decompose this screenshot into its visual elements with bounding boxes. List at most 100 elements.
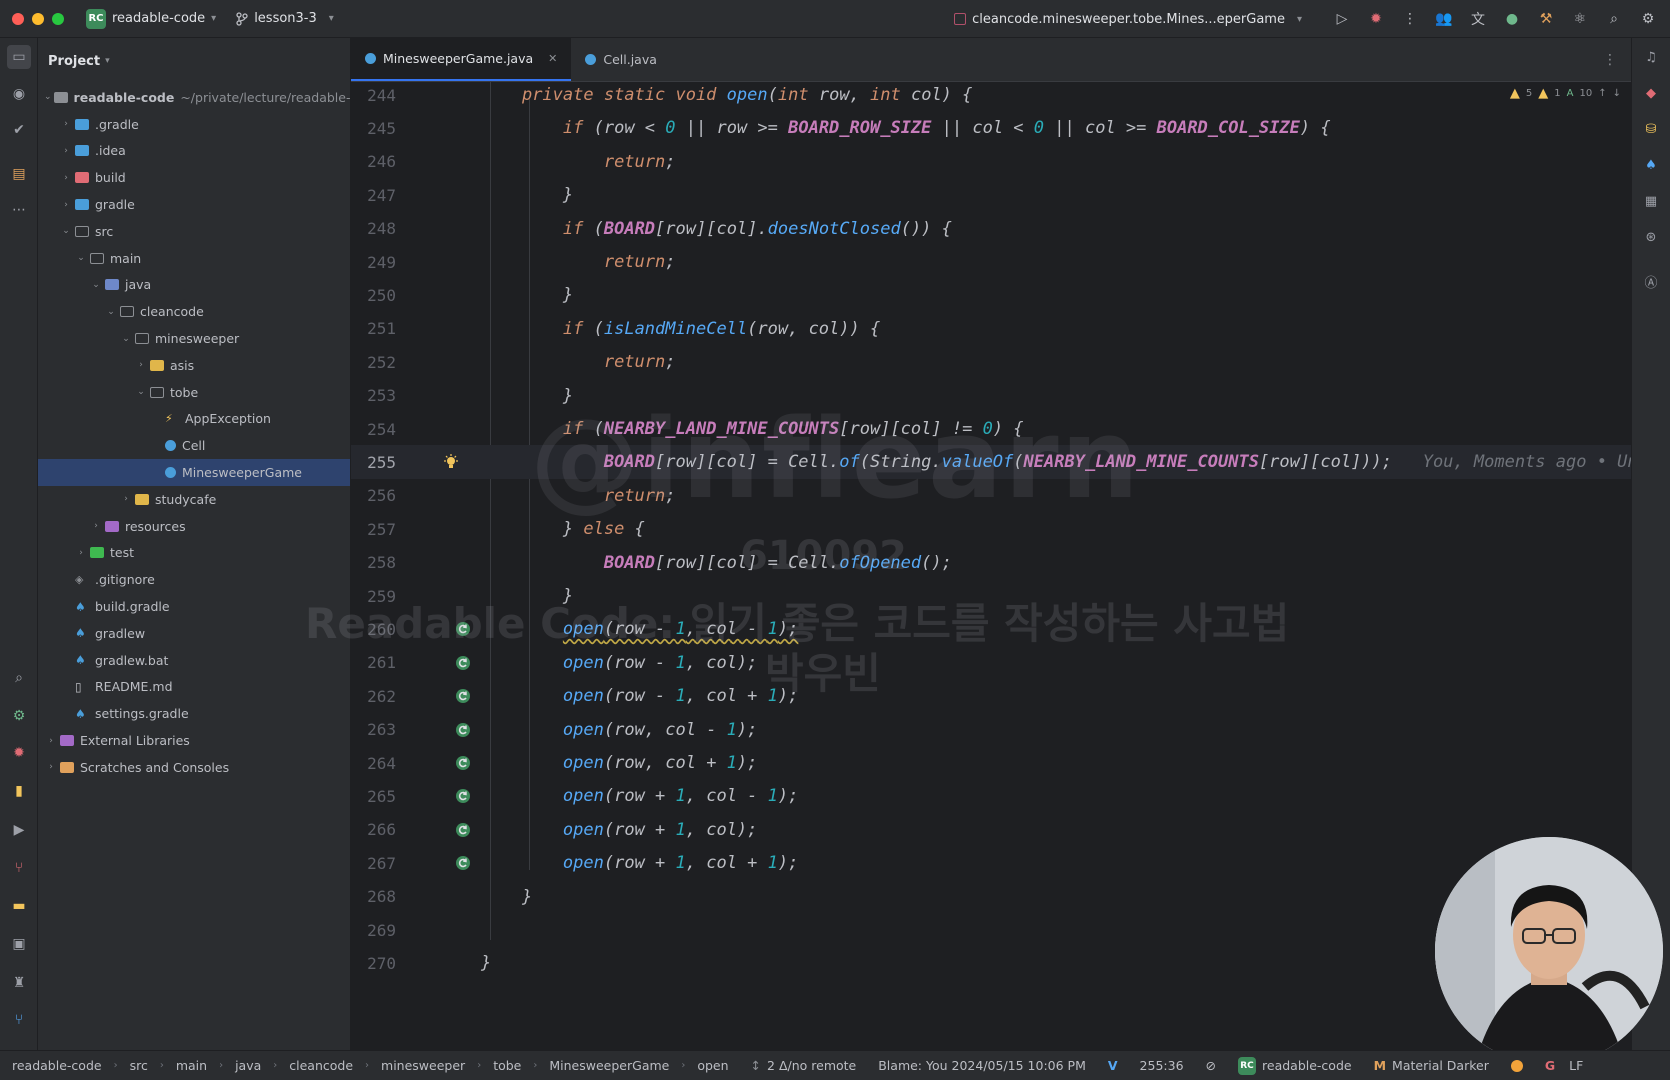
chevron-right-icon[interactable]: › (59, 119, 73, 129)
tree-item[interactable]: › build (38, 164, 350, 191)
breadcrumb-item[interactable]: minesweeper (381, 1058, 465, 1073)
tree-item[interactable]: ⌄ java (38, 272, 350, 299)
line-number[interactable]: 266 (351, 820, 396, 839)
code-text[interactable]: open(row + 1, col + 1); (481, 853, 798, 873)
code-line[interactable]: 265 open(row + 1, col - 1); (351, 779, 1631, 813)
project-badge[interactable]: RC (86, 8, 106, 29)
line-number[interactable]: 259 (351, 587, 396, 606)
chevron-right-icon[interactable]: › (59, 200, 73, 210)
code-text[interactable]: return; (481, 252, 676, 272)
tree-item[interactable]: ›♠build.gradle (38, 593, 350, 620)
code-text[interactable]: return; (481, 352, 676, 372)
notifications-bell-icon[interactable]: ♫ (1642, 48, 1660, 66)
chevron-down-icon[interactable]: ⌄ (104, 307, 118, 317)
version-control-icon[interactable]: ⑂ (9, 1010, 29, 1030)
breadcrumb-item[interactable]: cleancode (289, 1058, 353, 1073)
line-number[interactable]: 249 (351, 253, 396, 272)
line-number[interactable]: 267 (351, 854, 396, 873)
code-line[interactable]: 252 return; (351, 345, 1631, 379)
recursive-call-icon[interactable] (455, 788, 471, 804)
gradle-icon[interactable]: ♠ (1642, 156, 1660, 174)
tree-item[interactable]: › .gradle (38, 111, 350, 138)
line-number[interactable]: 247 (351, 186, 396, 205)
code-text[interactable]: BOARD[row][col] = Cell.ofOpened(); (481, 553, 952, 573)
code-text[interactable]: } (481, 586, 573, 606)
breadcrumb-item[interactable]: main (176, 1058, 207, 1073)
pull-requests-icon[interactable]: ✔ (9, 120, 29, 140)
line-number[interactable]: 250 (351, 286, 396, 305)
code-text[interactable]: return; (481, 152, 676, 172)
tree-item[interactable]: ›♠gradlew (38, 620, 350, 647)
notifications-icon[interactable]: ♜ (9, 973, 29, 993)
chevron-down-icon[interactable]: ⌄ (134, 387, 148, 397)
code-line[interactable]: 254 if (NEARBY_LAND_MINE_COUNTS[row][col… (351, 412, 1631, 446)
code-line[interactable]: 262 open(row - 1, col + 1); (351, 679, 1631, 713)
code-with-me-icon[interactable]: 👥 (1435, 11, 1452, 27)
line-number[interactable]: 246 (351, 152, 396, 171)
chevron-right-icon[interactable]: › (119, 494, 133, 504)
recursive-call-icon[interactable] (455, 755, 471, 771)
google-icon[interactable]: G (1545, 1058, 1555, 1073)
tree-item[interactable]: › resources (38, 513, 350, 540)
todo-icon[interactable]: ▮ (9, 781, 29, 801)
branch-selector[interactable]: lesson3-3 ▾ (236, 11, 334, 26)
tree-item[interactable]: › asis (38, 352, 350, 379)
more-icon[interactable]: ⋮ (1402, 11, 1418, 27)
tree-item[interactable]: › External Libraries (38, 727, 350, 754)
problems-icon[interactable]: ✹ (9, 743, 29, 763)
tree-item[interactable]: ⌄ src (38, 218, 350, 245)
chevron-down-icon[interactable]: ⌄ (89, 280, 103, 290)
code-line[interactable]: 255 BOARD[row][col] = Cell.of(String.val… (351, 445, 1631, 480)
recursive-call-icon[interactable] (455, 655, 471, 671)
project-tool-icon[interactable]: ▭ (7, 45, 31, 69)
chevron-right-icon[interactable]: › (89, 521, 103, 531)
no-power-save-icon[interactable]: ⊘ (1206, 1058, 1216, 1073)
code-text[interactable]: } (481, 953, 491, 973)
line-separator[interactable]: LF (1569, 1058, 1583, 1073)
recursive-call-icon[interactable] (455, 822, 471, 838)
code-editor[interactable]: 244 private static void open(int row, in… (351, 82, 1631, 1050)
chevron-down-icon[interactable]: ⌄ (44, 92, 52, 102)
tree-item[interactable]: › test (38, 540, 350, 567)
line-number[interactable]: 269 (351, 921, 396, 940)
tab-cell-java[interactable]: Cell.java (571, 38, 671, 81)
tree-item[interactable]: ⌄ readable-code ~/private/lecture/readable… (38, 84, 350, 111)
breadcrumb-item[interactable]: MinesweeperGame (549, 1058, 669, 1073)
commit-icon[interactable]: ◉ (9, 84, 29, 104)
code-text[interactable]: open(row, col + 1); (481, 753, 758, 773)
tree-item[interactable]: ⌄ minesweeper (38, 325, 350, 352)
recursive-call-icon[interactable] (455, 855, 471, 871)
blame-status[interactable]: Blame: You 2024/05/15 10:06 PM (878, 1058, 1086, 1073)
line-number[interactable]: 258 (351, 553, 396, 572)
code-line[interactable]: 266 open(row + 1, col); (351, 813, 1631, 847)
tree-item[interactable]: ›MinesweeperGame (38, 459, 350, 486)
ai-icon[interactable]: ◆ (1642, 84, 1660, 102)
line-number[interactable]: 264 (351, 754, 396, 773)
build-tools-icon[interactable]: ⚒ (1538, 11, 1554, 27)
line-number[interactable]: 244 (351, 86, 396, 105)
code-line[interactable]: 250 } (351, 278, 1631, 312)
debug-icon[interactable]: ✹ (1368, 11, 1384, 27)
line-number[interactable]: 252 (351, 353, 396, 372)
code-line[interactable]: 246 return; (351, 145, 1631, 179)
breadcrumb-item[interactable]: open (697, 1058, 728, 1073)
zoom-window-button[interactable] (52, 12, 64, 25)
code-line[interactable]: 248 if (BOARD[row][col].doesNotClosed())… (351, 212, 1631, 246)
code-line[interactable]: 256 return; (351, 479, 1631, 513)
code-text[interactable]: } (481, 185, 573, 205)
code-line[interactable]: 268 } (351, 880, 1631, 914)
chevron-down-icon[interactable]: ⌄ (119, 334, 133, 344)
code-text[interactable]: open(row + 1, col); (481, 820, 758, 840)
tree-item[interactable]: ⌄ cleancode (38, 298, 350, 325)
code-text[interactable]: private static void open(int row, int co… (481, 85, 972, 105)
tab-minesweepergame-java[interactable]: MinesweeperGame.java ✕ (351, 38, 572, 81)
chevron-right-icon[interactable]: › (134, 360, 148, 370)
line-number[interactable]: 245 (351, 119, 396, 138)
recursive-call-icon[interactable] (455, 621, 471, 637)
lightbulb-icon[interactable] (443, 454, 459, 470)
code-line[interactable]: 253 } (351, 379, 1631, 413)
recursive-call-icon[interactable] (455, 722, 471, 738)
breadcrumb-item[interactable]: src (130, 1058, 148, 1073)
chevron-right-icon[interactable]: › (44, 762, 58, 772)
chevron-down-icon[interactable]: ⌄ (74, 253, 88, 263)
